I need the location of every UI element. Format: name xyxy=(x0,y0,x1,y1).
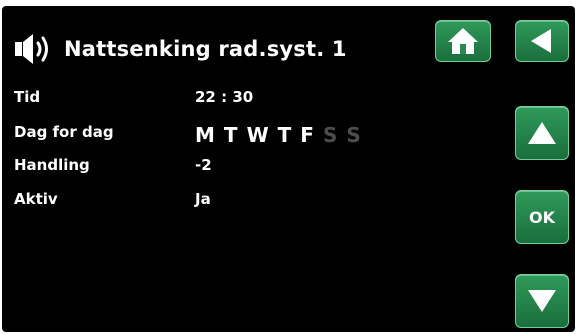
day-selector: M T W T F S S xyxy=(195,123,370,147)
down-button[interactable] xyxy=(515,274,569,328)
day-thursday[interactable]: T xyxy=(278,123,292,147)
day-wednesday[interactable]: W xyxy=(247,123,269,147)
up-button[interactable] xyxy=(515,106,569,160)
action-value[interactable]: -2 xyxy=(195,156,212,174)
speaker-icon xyxy=(15,34,48,64)
ok-button-label: OK xyxy=(529,207,555,227)
time-label: Tid xyxy=(14,88,41,106)
day-tuesday[interactable]: T xyxy=(224,123,238,147)
time-value[interactable]: 22 : 30 xyxy=(195,88,253,106)
action-label: Handling xyxy=(14,156,90,174)
day-monday[interactable]: M xyxy=(195,123,215,147)
down-arrow-icon xyxy=(528,290,556,312)
back-button[interactable] xyxy=(515,20,569,62)
day-saturday[interactable]: S xyxy=(323,123,337,147)
day-sunday[interactable]: S xyxy=(346,123,360,147)
home-button[interactable] xyxy=(435,20,491,62)
header: Nattsenking rad.syst. 1 xyxy=(14,32,347,66)
page-title: Nattsenking rad.syst. 1 xyxy=(64,37,347,61)
day-friday[interactable]: F xyxy=(300,123,314,147)
home-icon xyxy=(448,28,478,54)
ok-button[interactable]: OK xyxy=(515,190,569,244)
display-screen: Nattsenking rad.syst. 1 OK Tid 22 : 30 D… xyxy=(2,6,575,332)
back-arrow-icon xyxy=(531,29,551,53)
up-arrow-icon xyxy=(528,122,556,144)
day-by-day-label: Dag for dag xyxy=(14,123,114,141)
active-label: Aktiv xyxy=(14,190,58,208)
active-value[interactable]: Ja xyxy=(195,190,211,208)
